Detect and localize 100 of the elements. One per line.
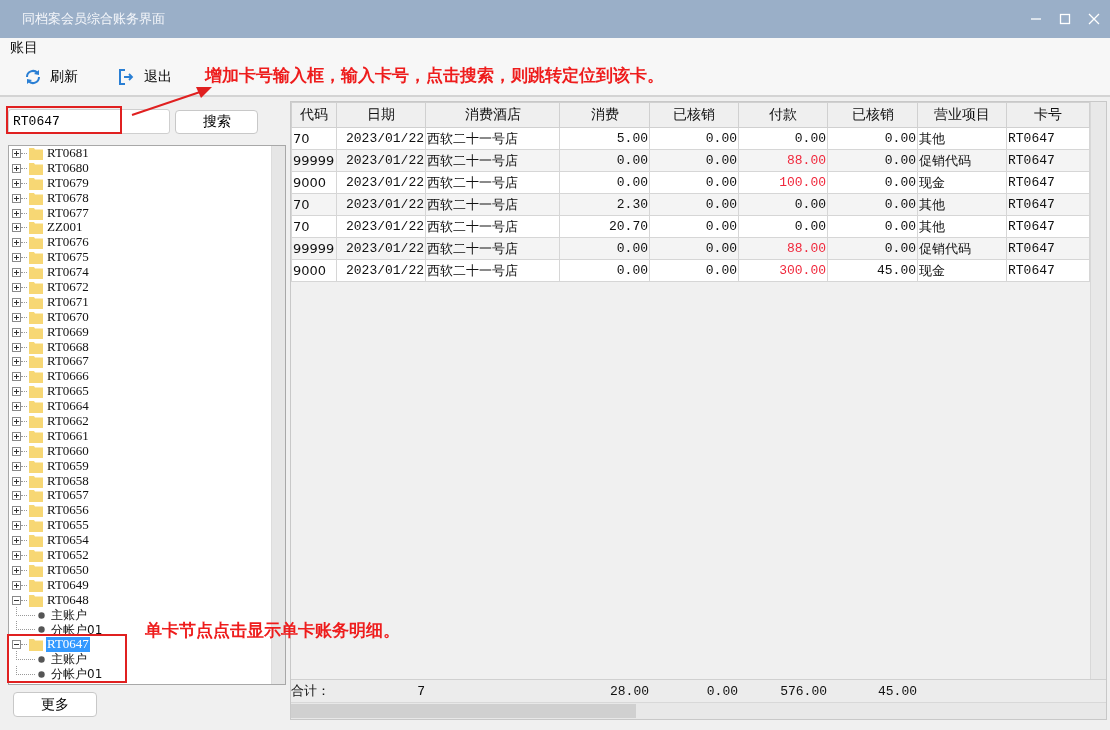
tree-item[interactable]: 主账户 xyxy=(50,652,88,668)
tree-item[interactable]: RT0674 xyxy=(46,265,90,280)
tree-item[interactable]: RT0676 xyxy=(46,235,90,251)
folder-icon xyxy=(29,444,43,458)
tree-item[interactable]: RT0675 xyxy=(46,250,90,266)
tree-item[interactable]: RT0661 xyxy=(46,428,90,444)
folder-icon xyxy=(29,400,43,414)
expand-icon[interactable] xyxy=(12,506,21,516)
expand-icon[interactable] xyxy=(12,148,21,158)
tree-item[interactable]: RT0648 xyxy=(46,592,90,608)
expand-icon[interactable] xyxy=(12,163,21,173)
tree-item[interactable]: RT0654 xyxy=(46,533,90,549)
expand-icon[interactable] xyxy=(12,536,21,546)
toolbar-button[interactable]: 刷新 xyxy=(24,67,78,86)
tree-item[interactable]: 分帐户01 xyxy=(50,667,104,683)
expand-icon[interactable] xyxy=(12,342,21,352)
table-cell: 西软二十一号店 xyxy=(425,237,560,260)
expand-icon[interactable] xyxy=(12,372,21,382)
table-cell: 西软二十一号店 xyxy=(425,215,560,238)
total-value: 28.00 xyxy=(610,683,649,699)
tree-item[interactable]: RT0667 xyxy=(46,354,90,370)
expand-icon[interactable] xyxy=(12,461,21,471)
tree-item[interactable]: RT0666 xyxy=(46,369,90,385)
expand-icon[interactable] xyxy=(12,208,21,218)
column-header[interactable]: 日期 xyxy=(336,102,426,128)
tree-item[interactable]: RT0672 xyxy=(46,280,90,295)
collapse-icon[interactable] xyxy=(12,640,21,650)
expand-icon[interactable] xyxy=(12,402,21,412)
folder-icon xyxy=(29,385,43,399)
tree-item[interactable]: RT0679 xyxy=(46,175,90,191)
tree-item[interactable]: RT0649 xyxy=(46,577,90,593)
expand-icon[interactable] xyxy=(12,521,21,531)
tree-item[interactable]: RT0671 xyxy=(46,294,90,310)
expand-icon[interactable] xyxy=(12,193,21,203)
expand-icon[interactable] xyxy=(12,446,21,456)
expand-icon[interactable] xyxy=(12,178,21,188)
expand-icon[interactable] xyxy=(12,476,21,486)
tree-item[interactable]: RT0669 xyxy=(46,324,90,340)
expand-icon[interactable] xyxy=(12,297,21,307)
tree-item[interactable]: RT0680 xyxy=(46,160,90,176)
expand-icon[interactable] xyxy=(12,253,21,263)
tree-item[interactable]: RT0662 xyxy=(46,414,90,429)
expand-icon[interactable] xyxy=(12,431,21,441)
expand-icon[interactable] xyxy=(12,416,21,426)
column-header[interactable]: 消费酒店 xyxy=(425,102,560,128)
column-header[interactable]: 消费 xyxy=(559,102,650,128)
menu-item[interactable]: 账目 xyxy=(10,39,38,57)
tree-item[interactable]: RT0678 xyxy=(46,190,90,206)
expand-icon[interactable] xyxy=(12,357,21,367)
tree-item[interactable]: RT0665 xyxy=(46,384,90,400)
toolbar-button[interactable]: 退出 xyxy=(118,67,172,86)
tree-item[interactable]: RT0670 xyxy=(46,309,90,325)
expand-icon[interactable] xyxy=(12,580,21,590)
expand-icon[interactable] xyxy=(12,387,21,397)
tree-item[interactable]: RT0660 xyxy=(46,443,90,459)
column-header[interactable]: 已核销 xyxy=(827,102,918,128)
column-header[interactable]: 卡号 xyxy=(1006,102,1090,128)
expand-icon[interactable] xyxy=(12,238,21,248)
column-header[interactable]: 付款 xyxy=(738,102,828,128)
expand-icon[interactable] xyxy=(12,551,21,560)
expand-icon[interactable] xyxy=(12,491,21,501)
tree-item[interactable]: RT0681 xyxy=(46,146,90,161)
column-header[interactable]: 代码 xyxy=(291,102,337,128)
folder-icon xyxy=(29,161,43,175)
scrollbar[interactable] xyxy=(1090,102,1106,679)
search-button[interactable]: 搜索 xyxy=(175,109,258,134)
expand-icon[interactable] xyxy=(12,312,21,322)
annotation-text: 单卡节点点击显示单卡账务明细。 xyxy=(145,619,400,642)
tree-item[interactable]: RT0664 xyxy=(46,399,90,415)
tree-item[interactable]: RT0658 xyxy=(46,473,90,489)
folder-icon xyxy=(29,251,43,265)
total-value: 7 xyxy=(417,683,425,699)
window-title: 同档案会员综合账务界面 xyxy=(22,10,165,28)
tree-item[interactable]: ZZ001 xyxy=(46,220,84,236)
folder-icon xyxy=(29,593,43,607)
tree-item[interactable]: RT0655 xyxy=(46,518,90,534)
total-value: 45.00 xyxy=(878,683,917,699)
expand-icon[interactable] xyxy=(12,565,21,575)
tree-item[interactable]: RT0657 xyxy=(46,488,90,504)
tree-item[interactable]: RT0650 xyxy=(46,562,90,578)
more-button[interactable]: 更多 xyxy=(13,692,97,717)
folder-icon xyxy=(29,370,43,384)
folder-icon xyxy=(29,549,43,562)
tree-item[interactable]: RT0652 xyxy=(46,548,90,563)
expand-icon[interactable] xyxy=(12,282,21,292)
collapse-icon[interactable] xyxy=(12,595,21,605)
folder-icon xyxy=(29,191,43,205)
folder-icon xyxy=(29,236,43,250)
card-number-field[interactable]: RT0647 xyxy=(8,109,170,134)
expand-icon[interactable] xyxy=(12,223,21,233)
tree-item[interactable]: RT0668 xyxy=(46,339,90,355)
column-header[interactable]: 已核销 xyxy=(649,102,739,128)
column-header[interactable]: 营业项目 xyxy=(917,102,1007,128)
tree-item[interactable]: 主账户 xyxy=(50,607,88,623)
tree-item[interactable]: RT0656 xyxy=(46,503,90,519)
expand-icon[interactable] xyxy=(12,327,21,337)
expand-icon[interactable] xyxy=(12,268,21,278)
tree-item[interactable]: RT0677 xyxy=(46,205,90,221)
tree-item[interactable]: RT0659 xyxy=(46,458,90,474)
scrollbar-thumb[interactable] xyxy=(291,704,636,718)
